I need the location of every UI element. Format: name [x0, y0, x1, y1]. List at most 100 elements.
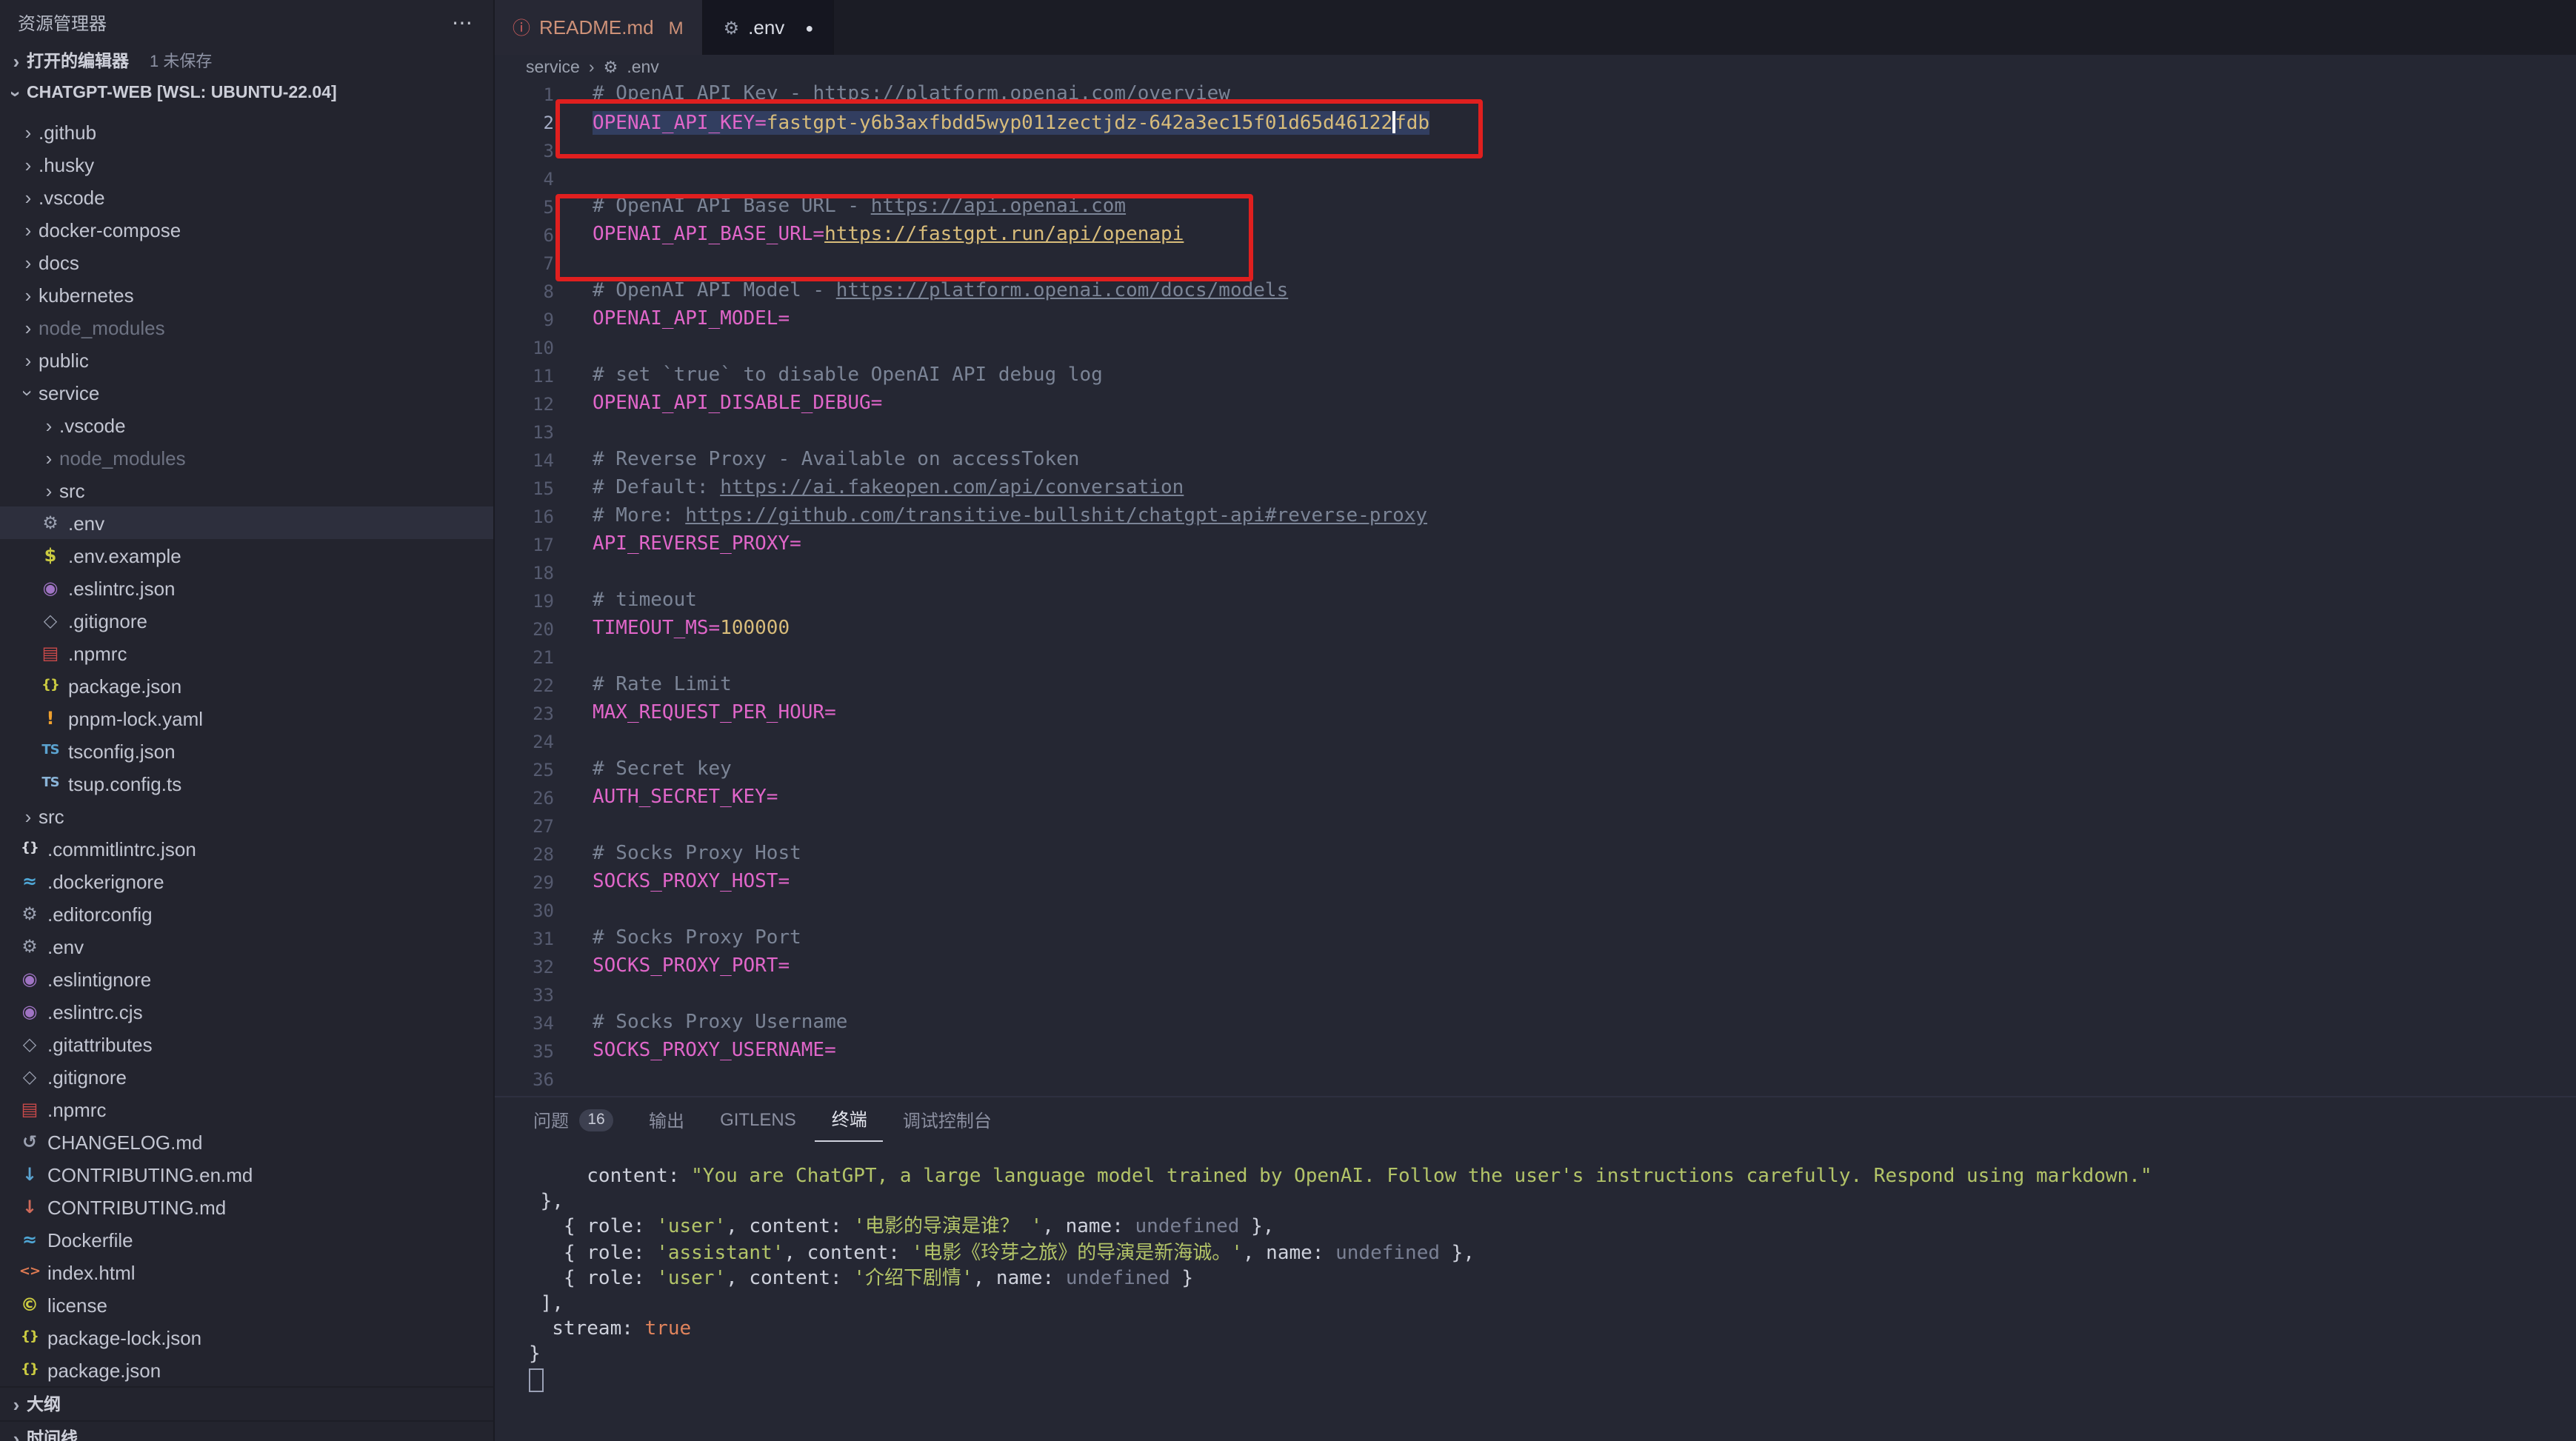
tree-item-src[interactable]: ›src	[0, 800, 493, 832]
history-file-icon: ↺	[18, 1131, 41, 1152]
editor-line[interactable]: 17API_REVERSE_PROXY=	[493, 530, 2576, 558]
dirty-indicator-icon[interactable]: ●	[805, 20, 813, 35]
outline-section-header[interactable]: › 大纲	[0, 1386, 493, 1420]
editor-line[interactable]: 2OPENAI_API_KEY=fastgpt-y6b3axfbdd5wyp01…	[493, 108, 2576, 136]
tree-item-.eslintrc.cjs[interactable]: ◉.eslintrc.cjs	[0, 995, 493, 1028]
editor-line[interactable]: 13	[493, 418, 2576, 446]
tree-item-docs[interactable]: ›docs	[0, 246, 493, 278]
editor-line[interactable]: 22# Rate Limit	[493, 671, 2576, 699]
tree-item-label: tsconfig.json	[68, 740, 176, 762]
editor-line[interactable]: 24	[493, 727, 2576, 755]
tree-item-Dockerfile[interactable]: ≈Dockerfile	[0, 1223, 493, 1256]
panel-tab-gitlens[interactable]: GITLENS	[704, 1097, 812, 1142]
tree-item-.eslintrc.json[interactable]: ◉.eslintrc.json	[0, 572, 493, 604]
editor-line[interactable]: 11# set `true` to disable OpenAI API deb…	[493, 361, 2576, 389]
tree-item-.github[interactable]: ›.github	[0, 116, 493, 148]
editor-line[interactable]: 26AUTH_SECRET_KEY=	[493, 783, 2576, 812]
editor-line[interactable]: 7	[493, 249, 2576, 277]
editor-line[interactable]: 16# More: https://github.com/transitive-…	[493, 502, 2576, 530]
tree-item-.gitignore[interactable]: ◇.gitignore	[0, 604, 493, 637]
tree-item-.husky[interactable]: ›.husky	[0, 148, 493, 181]
panel-tab-debug-console[interactable]: 调试控制台	[887, 1097, 1008, 1142]
file-tree[interactable]: ›.github›.husky›.vscode›docker-compose›d…	[0, 110, 493, 1386]
code-editor[interactable]: 1# OpenAI API Key - https://platform.ope…	[493, 80, 2576, 1149]
more-actions-icon[interactable]: ⋯	[452, 10, 473, 35]
editor-line[interactable]: 3	[493, 136, 2576, 164]
tree-item-.editorconfig[interactable]: ⚙.editorconfig	[0, 897, 493, 930]
editor-line[interactable]: 27	[493, 812, 2576, 840]
editor-line[interactable]: 36	[493, 1065, 2576, 1093]
editor-tab-readme[interactable]: ⓘREADME.mdM	[493, 0, 704, 55]
editor-line[interactable]: 1# OpenAI API Key - https://platform.ope…	[493, 80, 2576, 108]
tree-item-.vscode[interactable]: ›.vscode	[0, 181, 493, 213]
tree-item-.gitattributes[interactable]: ◇.gitattributes	[0, 1028, 493, 1060]
editor-line[interactable]: 9OPENAI_API_MODEL=	[493, 305, 2576, 333]
tree-item-.env.example[interactable]: $.env.example	[0, 539, 493, 572]
editor-line[interactable]: 20TIMEOUT_MS=100000	[493, 615, 2576, 643]
editor-line[interactable]: 10	[493, 333, 2576, 361]
tree-item-.env[interactable]: ⚙.env	[0, 506, 493, 539]
editor-line[interactable]: 30	[493, 896, 2576, 924]
terminal-line: { role: 'user', content: '电影的导演是谁？ ', na…	[529, 1215, 2576, 1240]
tree-item-label: tsup.config.ts	[68, 772, 181, 795]
editor-line[interactable]: 19# timeout	[493, 586, 2576, 615]
terminal-output[interactable]: content: "You are ChatGPT, a large langu…	[493, 1142, 2576, 1393]
tree-item-service[interactable]: ›service	[0, 376, 493, 409]
tree-item-.env[interactable]: ⚙.env	[0, 930, 493, 963]
editor-line[interactable]: 33	[493, 980, 2576, 1009]
tree-item-node_modules[interactable]: ›node_modules	[0, 441, 493, 474]
terminal-segment: 'user'	[656, 1217, 726, 1239]
eslint-file-icon: ◉	[39, 578, 62, 598]
tree-item-.gitignore[interactable]: ◇.gitignore	[0, 1060, 493, 1093]
tree-item-package-lock.json[interactable]: {}package-lock.json	[0, 1321, 493, 1354]
tree-item-.commitlintrc.json[interactable]: {}.commitlintrc.json	[0, 832, 493, 865]
timeline-section-header[interactable]: › 时间线	[0, 1420, 493, 1441]
tree-item-pnpm-lock.yaml[interactable]: !pnpm-lock.yaml	[0, 702, 493, 735]
editor-line[interactable]: 5# OpenAI API Base URL - https://api.ope…	[493, 193, 2576, 221]
tree-item-.npmrc[interactable]: ▤.npmrc	[0, 637, 493, 669]
editor-line[interactable]: 35SOCKS_PROXY_USERNAME=	[493, 1037, 2576, 1065]
editor-line[interactable]: 14# Reverse Proxy - Available on accessT…	[493, 446, 2576, 474]
tree-item-tsup.config.ts[interactable]: TStsup.config.ts	[0, 767, 493, 800]
editor-line[interactable]: 28# Socks Proxy Host	[493, 840, 2576, 868]
tree-item-index.html[interactable]: <>index.html	[0, 1256, 493, 1288]
tree-item-.vscode[interactable]: ›.vscode	[0, 409, 493, 441]
tree-item-public[interactable]: ›public	[0, 344, 493, 376]
line-number: 6	[493, 224, 554, 245]
panel-tab-terminal[interactable]: 终端	[815, 1097, 884, 1142]
panel-tab-problems[interactable]: 问题16	[517, 1097, 630, 1142]
editor-line[interactable]: 6OPENAI_API_BASE_URL=https://fastgpt.run…	[493, 221, 2576, 249]
editor-line[interactable]: 31# Socks Proxy Port	[493, 924, 2576, 952]
editor-line[interactable]: 8# OpenAI API Model - https://platform.o…	[493, 277, 2576, 305]
editor-line[interactable]: 34# Socks Proxy Username	[493, 1009, 2576, 1037]
editor-tab-env[interactable]: ⚙.env●	[704, 0, 835, 55]
editor-line[interactable]: 21	[493, 643, 2576, 671]
tree-item-package.json[interactable]: {}package.json	[0, 669, 493, 702]
tree-item-node_modules[interactable]: ›node_modules	[0, 311, 493, 344]
editor-line[interactable]: 18	[493, 558, 2576, 586]
project-section-header[interactable]: › CHATGPT-WEB [WSL: UBUNTU-22.04]	[0, 77, 493, 110]
editor-line[interactable]: 15# Default: https://ai.fakeopen.com/api…	[493, 474, 2576, 502]
tree-item-CONTRIBUTING.md[interactable]: ↓CONTRIBUTING.md	[0, 1191, 493, 1223]
tree-item-.npmrc[interactable]: ▤.npmrc	[0, 1093, 493, 1126]
editor-line[interactable]: 25# Secret key	[493, 755, 2576, 783]
editor-line[interactable]: 32SOCKS_PROXY_PORT=	[493, 952, 2576, 980]
tree-item-kubernetes[interactable]: ›kubernetes	[0, 278, 493, 311]
tree-item-CONTRIBUTING.en.md[interactable]: ↓CONTRIBUTING.en.md	[0, 1158, 493, 1191]
tree-item-src[interactable]: ›src	[0, 474, 493, 506]
editor-line[interactable]: 4	[493, 164, 2576, 193]
tree-item-package.json[interactable]: {}package.json	[0, 1354, 493, 1386]
tree-item-.eslintignore[interactable]: ◉.eslintignore	[0, 963, 493, 995]
tree-item-CHANGELOG.md[interactable]: ↺CHANGELOG.md	[0, 1126, 493, 1158]
editor-line[interactable]: 12OPENAI_API_DISABLE_DEBUG=	[493, 389, 2576, 418]
tree-item-docker-compose[interactable]: ›docker-compose	[0, 213, 493, 246]
breadcrumb-file[interactable]: .env	[627, 58, 659, 76]
panel-tab-output[interactable]: 输出	[633, 1097, 701, 1142]
editor-line[interactable]: 29SOCKS_PROXY_HOST=	[493, 868, 2576, 896]
tree-item-.dockerignore[interactable]: ≈.dockerignore	[0, 865, 493, 897]
breadcrumb-folder[interactable]: service	[526, 58, 580, 76]
tree-item-tsconfig.json[interactable]: TStsconfig.json	[0, 735, 493, 767]
open-editors-section-header[interactable]: › 打开的编辑器 1 未保存	[0, 44, 493, 77]
tree-item-license[interactable]: ©license	[0, 1288, 493, 1321]
editor-line[interactable]: 23MAX_REQUEST_PER_HOUR=	[493, 699, 2576, 727]
